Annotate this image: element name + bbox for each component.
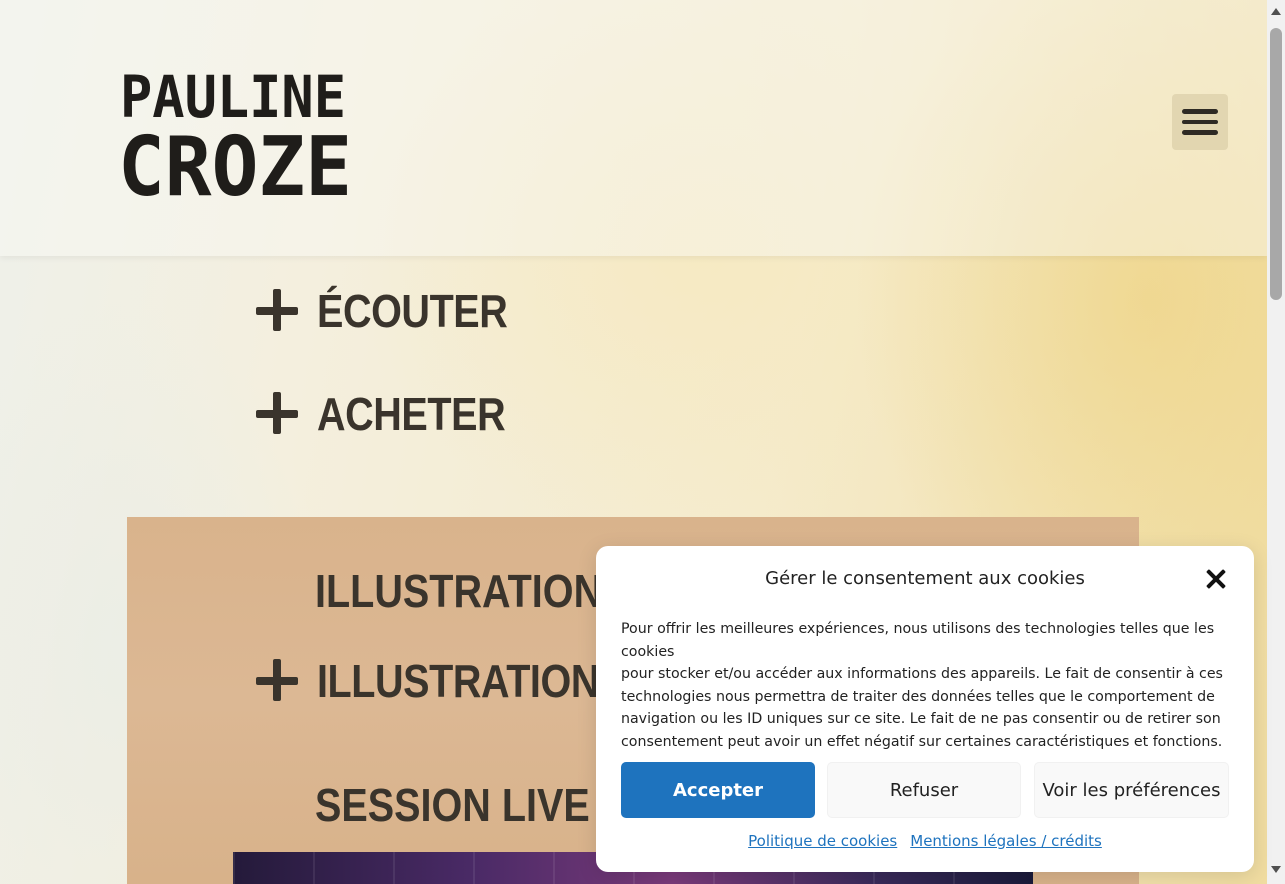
- preferences-button[interactable]: Voir les préférences: [1034, 762, 1229, 818]
- legal-notice-link[interactable]: Mentions légales / crédits: [910, 832, 1102, 850]
- plus-icon: [256, 289, 300, 333]
- nav-item-ecouter[interactable]: ÉCOUTER: [256, 284, 538, 338]
- menu-bar: [1182, 119, 1218, 125]
- scroll-thumb[interactable]: [1270, 28, 1282, 300]
- section-title-session-live: SESSION LIVE: [315, 779, 590, 831]
- cookie-consent-modal: Gérer le consentement aux cookies Pour o…: [596, 546, 1254, 872]
- close-icon[interactable]: [1205, 568, 1227, 590]
- site-logo[interactable]: PAULINE CROZE: [118, 62, 358, 204]
- site-header: PAULINE CROZE: [0, 0, 1267, 256]
- scrollbar[interactable]: [1267, 0, 1285, 884]
- nav-item-label: ACHETER: [317, 388, 506, 440]
- modal-text-line: navigation ou les ID uniques sur ce site…: [621, 711, 1221, 728]
- nav-item-label: ÉCOUTER: [317, 285, 508, 337]
- modal-text-line: Pour offrir les meilleures expériences, …: [621, 621, 1215, 660]
- scroll-up-arrow-icon[interactable]: [1271, 8, 1281, 15]
- accept-button[interactable]: Accepter: [621, 762, 815, 818]
- refuse-button[interactable]: Refuser: [827, 762, 1021, 818]
- scroll-down-arrow-icon[interactable]: [1271, 866, 1281, 873]
- modal-text-line: consentement peut avoir un effet négatif…: [621, 733, 1223, 750]
- modal-text-line: pour stocker et/ou accéder aux informati…: [621, 666, 1223, 683]
- modal-description: Pour offrir les meilleures expériences, …: [621, 618, 1231, 754]
- modal-title: Gérer le consentement aux cookies: [765, 568, 1085, 589]
- logo-line2: CROZE: [118, 120, 352, 204]
- nav-item-illustration[interactable]: ILLUSTRATION: [256, 654, 645, 708]
- modal-links: Politique de cookies Mentions légales / …: [596, 832, 1254, 850]
- nav-item-acheter[interactable]: ACHETER: [256, 387, 536, 441]
- hamburger-menu-button[interactable]: [1172, 94, 1228, 150]
- cookie-policy-link[interactable]: Politique de cookies: [748, 832, 897, 850]
- menu-bar: [1182, 109, 1218, 114]
- nav-item-label: ILLUSTRATION: [317, 655, 599, 707]
- section-title-illustration: ILLUSTRATION: [315, 565, 603, 617]
- modal-text-line: technologies nous permettra de traiter d…: [621, 688, 1215, 705]
- plus-icon: [256, 392, 300, 436]
- menu-bar: [1182, 130, 1218, 135]
- plus-icon: [256, 659, 300, 703]
